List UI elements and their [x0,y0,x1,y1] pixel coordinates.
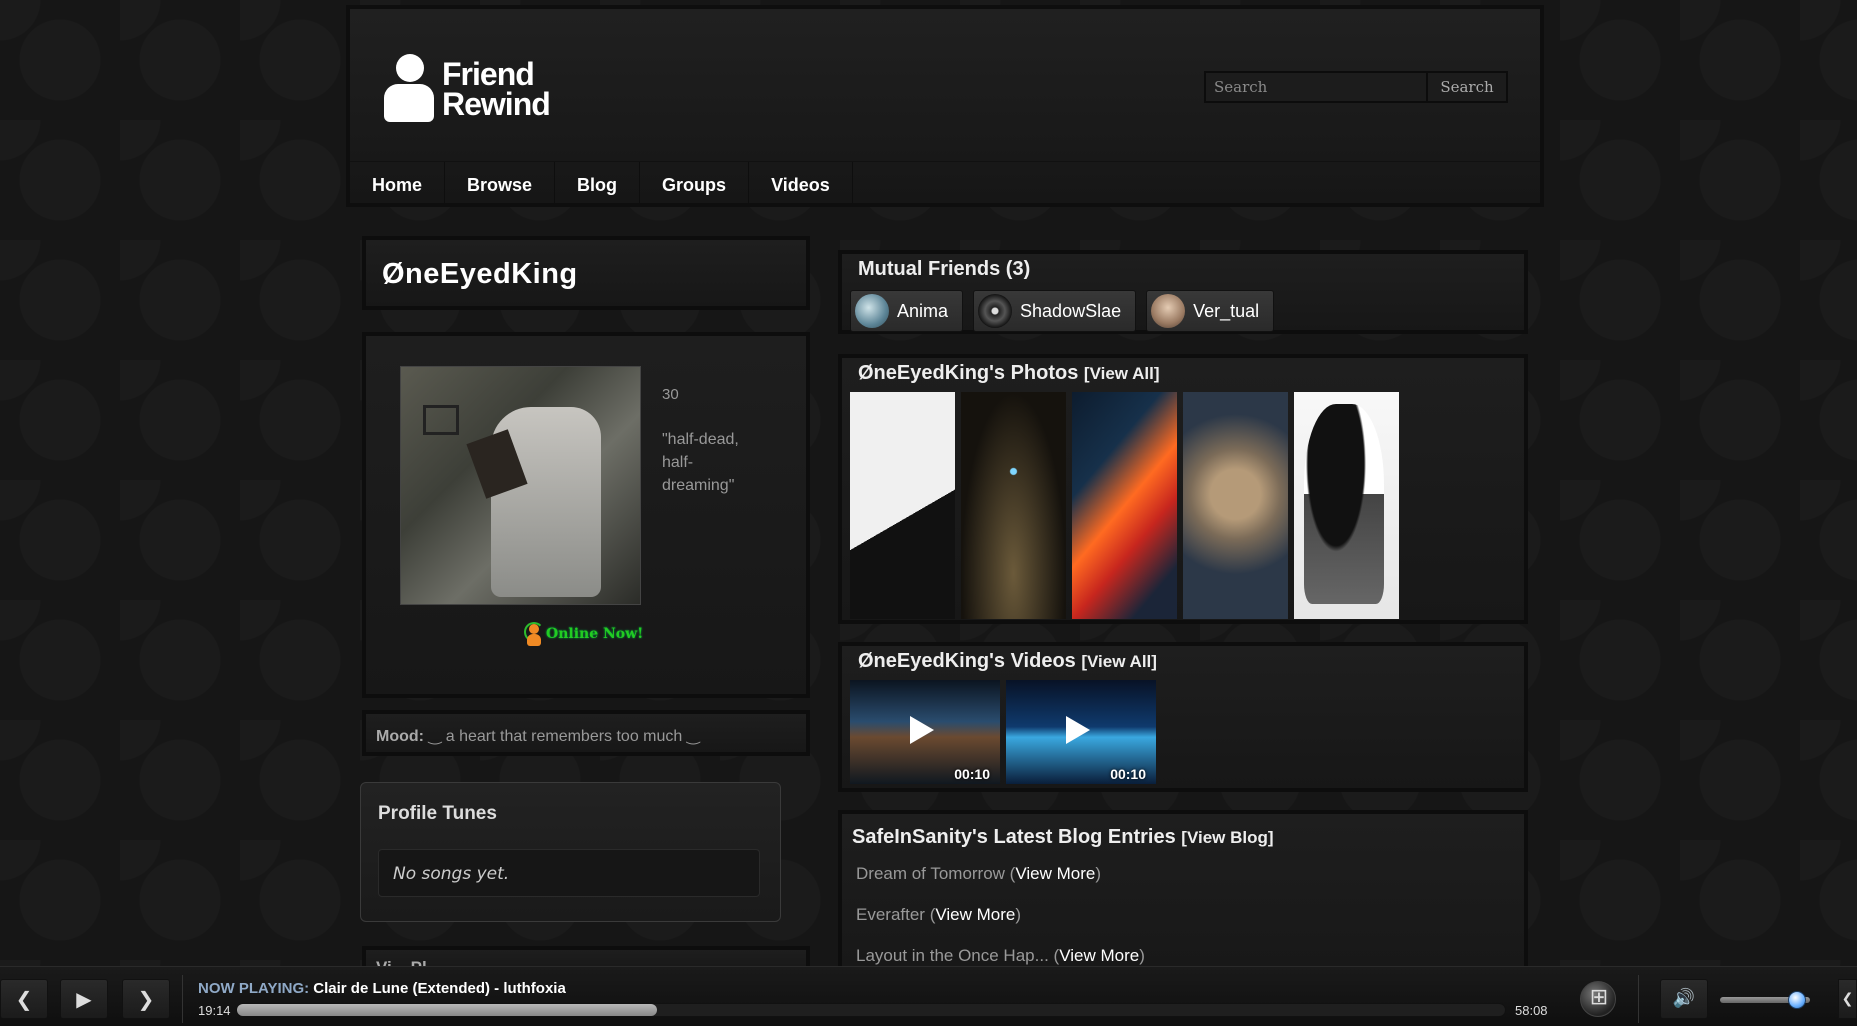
site-logo[interactable]: Friend Rewind [384,54,551,124]
friend-avatar [855,294,889,328]
music-player-bar: ❮ ▶ ❯ NOW PLAYING: Clair de Lune (Extend… [0,966,1857,1026]
online-status: Online Now! [524,620,643,648]
volume-slider-knob[interactable] [1787,991,1806,1009]
play-icon [1066,716,1090,744]
search-button[interactable]: Search [1428,71,1508,103]
videos-title: ØneEyedKing's Videos [View All] [858,650,1157,672]
profile-display-name: ØneEyedKing [382,258,578,290]
blog-entry-title[interactable]: Dream of Tomorrow [856,864,1005,883]
friend-avatar [978,294,1013,328]
video-duration: 00:10 [1110,766,1146,782]
now-playing: NOW PLAYING: Clair de Lune (Extended) - … [198,980,566,997]
mood-label: Mood: [376,728,424,745]
nav-browse[interactable]: Browse [445,162,556,207]
profile-tunes-title: Profile Tunes [378,803,497,824]
blog-entry-title[interactable]: Everafter [856,905,925,924]
profile-name-panel: ØneEyedKing [362,236,810,310]
profile-age: 30 [662,386,679,403]
online-status-text: Online Now! [546,626,644,642]
profile-info-panel: 30 "half-dead, half-dreaming" Online Now… [362,332,810,698]
photos-title: ØneEyedKing's Photos [View All] [858,362,1160,384]
next-icon: ❯ [137,987,155,1011]
photo-strip [850,392,1399,619]
no-songs-text: No songs yet. [393,864,510,884]
mood-panel: Mood: ‿ a heart that remembers too much … [362,710,810,756]
friend-chip-shadowslae[interactable]: ShadowSlae [973,290,1137,332]
progress-bar[interactable] [236,1003,1506,1017]
videos-panel: ØneEyedKing's Videos [View All] 00:10 00… [838,642,1528,792]
friend-name: ShadowSlae [1020,300,1122,321]
now-playing-track: Clair de Lune (Extended) - luthfoxia [313,980,566,997]
photo-thumbnail[interactable] [1294,392,1399,619]
friend-name: Ver_tual [1193,300,1260,321]
play-icon: ▶ [76,987,92,1011]
blog-entry: Everafter (View More) [856,905,1022,924]
logo-text: Friend Rewind [442,56,551,122]
nav-videos[interactable]: Videos [749,162,853,207]
total-time: 58:08 [1515,1003,1548,1018]
photo-thumbnail[interactable] [1072,392,1177,619]
blog-view-more-link[interactable]: View More [1015,864,1095,883]
site-header: Friend Rewind Search Home Browse Blog Gr… [346,5,1544,207]
current-time: 19:14 [198,1003,231,1018]
nav-groups[interactable]: Groups [640,162,750,207]
search-form: Search [1204,71,1508,103]
player-menu-button[interactable]: ❮ [1838,979,1857,1019]
nav-home[interactable]: Home [350,162,446,207]
photos-view-all-link[interactable]: [View All] [1084,364,1160,383]
play-icon [910,716,934,744]
friend-name: Anima [897,300,949,321]
blog-title: SafeInSanity's Latest Blog Entries [View… [852,826,1274,848]
volume-slider[interactable] [1720,991,1810,1009]
profile-tunes-list: No songs yet. [378,849,760,897]
windows-logo-icon[interactable] [1580,981,1617,1017]
video-duration: 00:10 [954,766,990,782]
mutual-friends-panel: Mutual Friends (3) Anima ShadowSlae Ver_… [838,250,1528,334]
profile-quote: "half-dead, half-dreaming" [662,431,739,494]
mutual-friends-list: Anima ShadowSlae Ver_tual [850,290,1275,332]
view-blog-link[interactable]: [View Blog] [1181,828,1273,847]
main-nav: Home Browse Blog Groups Videos [350,161,1540,207]
volume-icon: 🔊 [1672,988,1696,1009]
progress-fill [237,1004,657,1016]
person-logo-icon [384,54,434,124]
video-list: 00:10 00:10 [850,680,1156,784]
video-thumbnail[interactable]: 00:10 [1006,680,1156,784]
profile-picture[interactable] [400,366,641,605]
nav-blog[interactable]: Blog [555,162,641,207]
mood-line: Mood: ‿ a heart that remembers too much … [376,726,700,746]
search-input[interactable] [1204,71,1428,103]
friend-chip-ver-tual[interactable]: Ver_tual [1146,290,1275,332]
blog-entry-title[interactable]: Layout in the Once Hap... [856,946,1049,965]
photo-thumbnail[interactable] [850,392,955,619]
photos-panel: ØneEyedKing's Photos [View All] [838,354,1528,624]
chevron-left-icon: ❮ [1841,991,1854,1007]
previous-button[interactable]: ❮ [0,979,48,1019]
volume-button[interactable]: 🔊 [1660,979,1708,1019]
mood-value: ‿ a heart that remembers too much ‿ [428,728,700,745]
online-person-icon [524,620,544,648]
friend-avatar [1151,294,1186,328]
profile-tunes-panel: Profile Tunes No songs yet. [360,782,781,922]
friend-chip-anima[interactable]: Anima [850,290,964,332]
blog-entry: Dream of Tomorrow (View More) [856,864,1102,883]
blog-view-more-link[interactable]: View More [935,905,1015,924]
now-playing-label: NOW PLAYING: [198,980,310,997]
play-button[interactable]: ▶ [60,979,108,1019]
photo-thumbnail[interactable] [961,392,1066,619]
videos-view-all-link[interactable]: [View All] [1081,652,1157,671]
next-button[interactable]: ❯ [122,979,170,1019]
photo-thumbnail[interactable] [1183,392,1288,619]
mutual-friends-title: Mutual Friends (3) [858,258,1031,280]
video-thumbnail[interactable]: 00:10 [850,680,1000,784]
previous-icon: ❮ [15,987,33,1011]
blog-view-more-link[interactable]: View More [1059,946,1139,965]
